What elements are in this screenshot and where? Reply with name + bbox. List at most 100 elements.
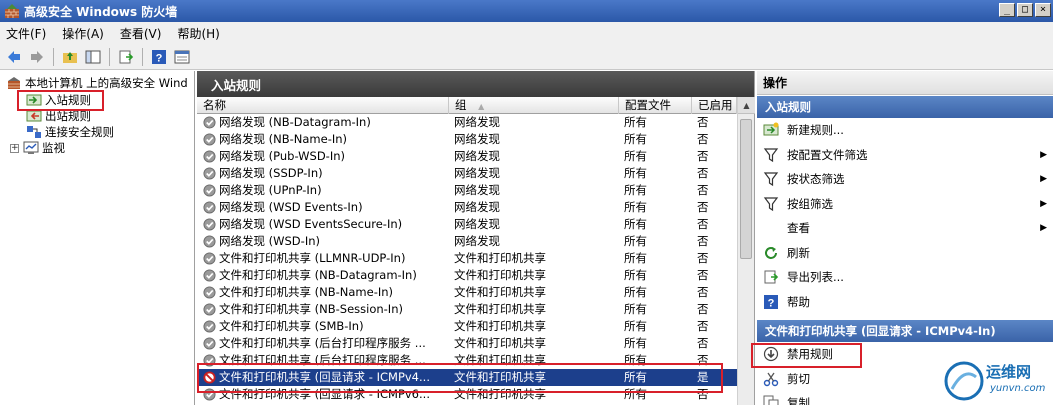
console-tree: 本地计算机 上的高级安全 Wind 入站规则 出站规则 连接安全规则 + 监视 (0, 71, 195, 405)
action-label: 新建规则... (787, 123, 844, 137)
table-row[interactable]: 网络发现 (NB-Datagram-In) 网络发现 所有 否 (197, 114, 737, 131)
vertical-scrollbar[interactable]: ▲ (737, 97, 755, 405)
action-item[interactable]: 按状态筛选 ▶ (763, 168, 1051, 190)
rule-profile: 所有 (624, 217, 647, 231)
table-row[interactable]: 文件和打印机共享 (NB-Datagram-In) 文件和打印机共享 所有 否 (197, 267, 737, 284)
minimize-button[interactable]: _ (999, 3, 1015, 17)
table-row[interactable]: 文件和打印机共享 (NB-Name-In) 文件和打印机共享 所有 否 (197, 284, 737, 301)
tree-item-inbound-rules[interactable]: 入站规则 (26, 92, 91, 108)
table-row[interactable]: 文件和打印机共享 (后台打印程序服务 ... 文件和打印机共享 所有 否 (197, 352, 737, 369)
menu-action[interactable]: 操作(A) (62, 25, 104, 42)
rule-enabled: 否 (697, 149, 709, 163)
column-group-label: 组 (455, 98, 467, 112)
tree-item-monitoring[interactable]: + 监视 (10, 140, 65, 156)
action-item[interactable]: 新建规则... (763, 119, 1051, 141)
rule-allow-icon (203, 286, 216, 299)
menu-bar: 文件(F) 操作(A) 查看(V) 帮助(H) (0, 22, 1053, 44)
action-item[interactable]: 按配置文件筛选 ▶ (763, 144, 1051, 166)
rule-group: 文件和打印机共享 (454, 353, 546, 367)
properties-button[interactable] (172, 47, 192, 67)
toolbar: ? (0, 44, 1053, 70)
monitoring-icon (23, 141, 39, 154)
column-profile[interactable]: 配置文件 (619, 97, 692, 114)
table-row[interactable]: 网络发现 (SSDP-In) 网络发现 所有 否 (197, 165, 737, 182)
action-item[interactable]: 查看 ▶ (763, 217, 1051, 239)
rule-name: 网络发现 (Pub-WSD-In) (219, 149, 345, 163)
table-row[interactable]: 文件和打印机共享 (LLMNR-UDP-In) 文件和打印机共享 所有 否 (197, 250, 737, 267)
rule-enabled: 否 (697, 319, 709, 333)
disable-rule-icon (763, 346, 779, 362)
action-item[interactable]: ? 帮助 (763, 291, 1051, 313)
menu-file[interactable]: 文件(F) (6, 25, 46, 42)
scroll-up-arrow[interactable]: ▲ (738, 97, 755, 114)
rule-name: 网络发现 (WSD-In) (219, 234, 320, 248)
help-icon: ? (152, 49, 166, 64)
rule-allow-icon (203, 303, 216, 316)
tree-root[interactable]: 本地计算机 上的高级安全 Wind (6, 75, 188, 91)
show-hide-tree-icon (85, 50, 101, 63)
action-item[interactable]: 按组筛选 ▶ (763, 193, 1051, 215)
column-group[interactable]: 组 ▲ (449, 97, 619, 114)
rules-list: 网络发现 (NB-Datagram-In) 网络发现 所有否网络发现 (NB-Nam… (197, 114, 737, 403)
rule-profile: 所有 (624, 132, 647, 146)
column-enabled[interactable]: 已启用 (692, 97, 737, 114)
rule-enabled: 否 (697, 234, 709, 248)
rule-name: 网络发现 (SSDP-In) (219, 166, 323, 180)
rule-allow-icon (203, 354, 216, 367)
rule-allow-icon (203, 337, 216, 350)
rule-enabled: 否 (697, 183, 709, 197)
action-item[interactable]: 导出列表... (763, 266, 1051, 288)
rule-enabled: 否 (697, 353, 709, 367)
table-row[interactable]: 网络发现 (WSD-In) 网络发现 所有 否 (197, 233, 737, 250)
cut-icon (763, 372, 779, 386)
tree-item-connection-security-rules[interactable]: 连接安全规则 (26, 124, 114, 140)
table-row[interactable]: 文件和打印机共享 (回显请求 - ICMPv6... 文件和打印机共享 所有 否 (197, 386, 737, 403)
show-hide-tree-button[interactable] (83, 47, 103, 67)
tree-item-outbound-rules[interactable]: 出站规则 (26, 108, 91, 124)
svg-text:?: ? (768, 297, 775, 309)
rule-allow-icon (203, 218, 216, 231)
window-title: 高级安全 Windows 防火墙 (24, 4, 178, 19)
rule-profile: 所有 (624, 251, 647, 265)
actions-section-selected-rule: 文件和打印机共享 (回显请求 - ICMPv4-In) (757, 320, 1053, 342)
rule-disabled-icon (203, 371, 216, 384)
up-folder-button[interactable] (60, 47, 80, 67)
scroll-thumb[interactable] (740, 119, 752, 259)
table-row[interactable]: 文件和打印机共享 (回显请求 - ICMPv4... 文件和打印机共享 所有 是 (197, 369, 737, 386)
close-button[interactable]: × (1035, 3, 1051, 17)
connection-security-icon (27, 126, 41, 138)
action-label: 按组筛选 (787, 196, 833, 211)
filter-icon (763, 147, 779, 162)
table-row[interactable]: 网络发现 (WSD EventsSecure-In) 网络发现 所有 否 (197, 216, 737, 233)
rule-group: 网络发现 (454, 166, 500, 180)
help-button[interactable]: ? (149, 47, 169, 67)
back-button[interactable] (4, 47, 24, 67)
action-item[interactable]: 刷新 (763, 242, 1051, 264)
rule-profile: 所有 (624, 200, 647, 214)
rule-name: 文件和打印机共享 (回显请求 - ICMPv6... (219, 387, 430, 401)
table-row[interactable]: 文件和打印机共享 (SMB-In) 文件和打印机共享 所有 否 (197, 318, 737, 335)
rule-enabled: 否 (697, 132, 709, 146)
filter-icon (763, 196, 779, 211)
rule-allow-icon (203, 252, 216, 265)
menu-help[interactable]: 帮助(H) (177, 25, 219, 42)
rule-enabled: 否 (697, 115, 709, 129)
table-row[interactable]: 文件和打印机共享 (NB-Session-In) 文件和打印机共享 所有 否 (197, 301, 737, 318)
rule-group: 文件和打印机共享 (454, 285, 546, 299)
forward-button[interactable] (27, 47, 47, 67)
column-name[interactable]: 名称 (197, 97, 449, 114)
table-row[interactable]: 网络发现 (UPnP-In) 网络发现 所有 否 (197, 182, 737, 199)
export-list-icon (764, 270, 779, 284)
rule-profile: 所有 (624, 234, 647, 248)
export-button[interactable] (116, 47, 136, 67)
action-label: 查看 (787, 221, 810, 235)
menu-view[interactable]: 查看(V) (120, 25, 162, 42)
table-row[interactable]: 网络发现 (NB-Name-In) 网络发现 所有 否 (197, 131, 737, 148)
toolbar-separator (53, 47, 54, 66)
table-row[interactable]: 文件和打印机共享 (后台打印程序服务 ... 文件和打印机共享 所有 否 (197, 335, 737, 352)
rule-name: 网络发现 (WSD EventsSecure-In) (219, 217, 403, 231)
table-row[interactable]: 网络发现 (WSD Events-In) 网络发现 所有 否 (197, 199, 737, 216)
expand-toggle[interactable]: + (10, 143, 19, 153)
maximize-button[interactable]: □ (1017, 3, 1033, 17)
table-row[interactable]: 网络发现 (Pub-WSD-In) 网络发现 所有 否 (197, 148, 737, 165)
